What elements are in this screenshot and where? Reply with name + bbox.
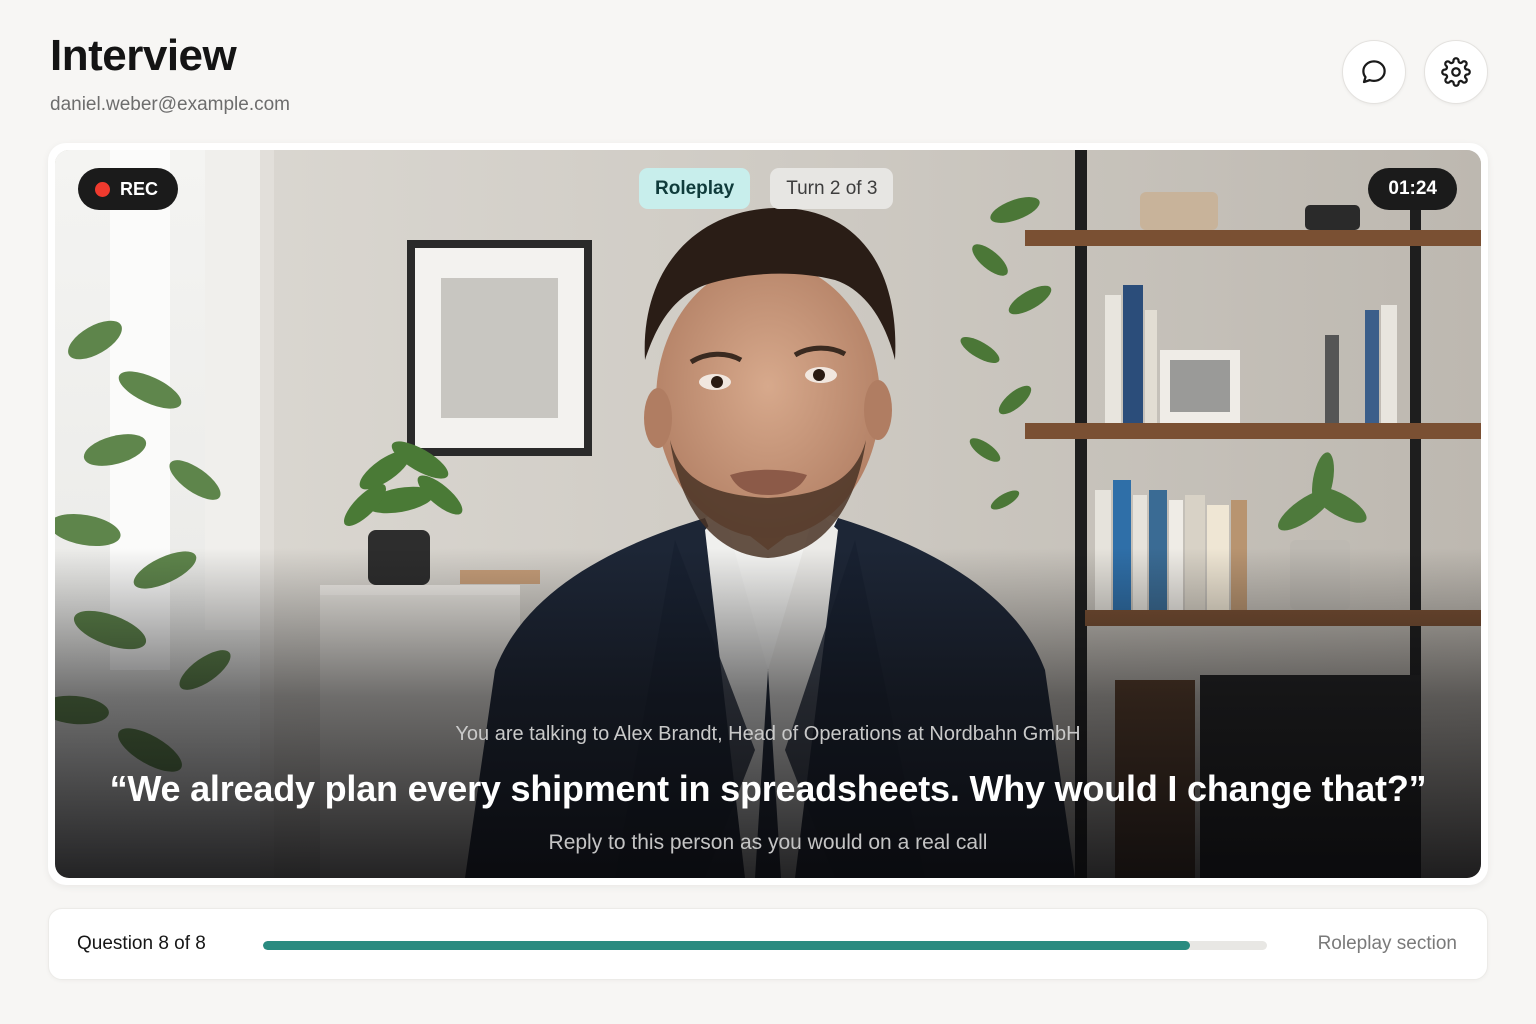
rec-label: REC [120, 178, 159, 199]
gear-icon [1441, 57, 1471, 87]
caption-context: You are talking to Alex Brandt, Head of … [455, 723, 1081, 745]
mode-badge: Roleplay [639, 168, 751, 209]
caption-quote: “We already plan every shipment in sprea… [109, 768, 1427, 809]
chat-bubble-icon [1362, 60, 1386, 84]
progress-fill [263, 941, 1190, 950]
status-chips: Roleplay Turn 2 of 3 [639, 168, 894, 209]
settings-button[interactable] [1424, 40, 1488, 104]
record-dot-icon [95, 181, 110, 197]
chat-button[interactable] [1342, 40, 1406, 104]
page-title: Interview [50, 31, 237, 80]
progress-bar [263, 941, 1267, 950]
video-card: REC Roleplay Turn 2 of 3 01:24 You are t… [48, 143, 1488, 885]
section-label: Roleplay section [1317, 933, 1457, 954]
turn-badge: Turn 2 of 3 [770, 168, 894, 209]
caption-hint: Reply to this person as you would on a r… [548, 831, 988, 854]
caption-gradient [55, 548, 1481, 878]
page-header: Interview daniel.weber@example.com [50, 31, 291, 116]
recording-indicator: REC [78, 168, 179, 210]
video-feed: REC Roleplay Turn 2 of 3 01:24 You are t… [55, 150, 1481, 878]
elapsed-timer: 01:24 [1368, 168, 1457, 210]
progress-card: Question 8 of 8 Roleplay section [48, 908, 1488, 980]
user-email: daniel.weber@example.com [50, 94, 291, 116]
header-actions [1342, 40, 1488, 104]
question-counter: Question 8 of 8 [77, 933, 206, 954]
interview-page: Interview daniel.weber@example.com REC R… [0, 0, 1536, 1024]
